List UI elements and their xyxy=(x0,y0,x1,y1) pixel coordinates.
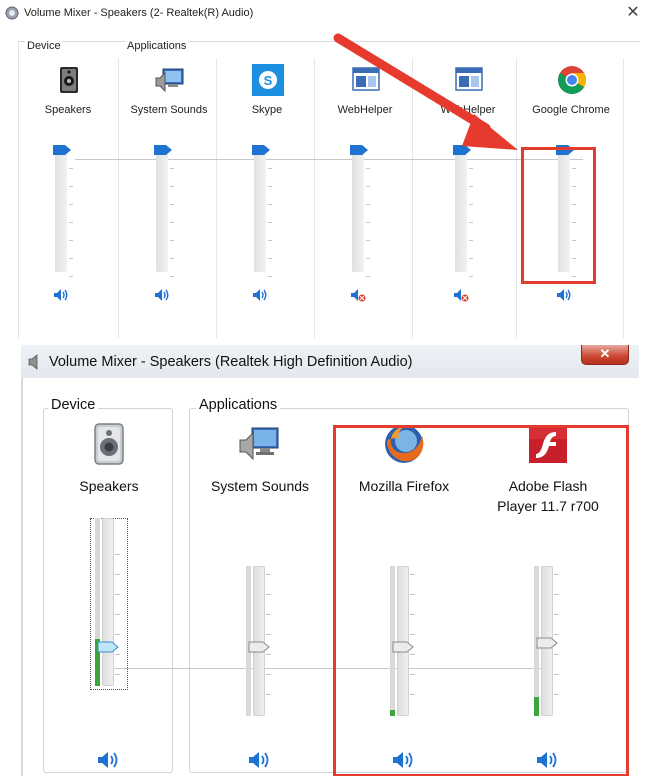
top-title-bar: Volume Mixer - Speakers (2- Realtek(R) A… xyxy=(0,0,650,28)
top-volume-slider-webhelper-2[interactable] xyxy=(455,150,467,272)
bottom-column-speakers: Speakers xyxy=(39,378,179,776)
top-close-button[interactable]: ✕ xyxy=(620,2,646,24)
bottom-column-name: Speakers xyxy=(79,478,139,494)
webhelper-icon xyxy=(352,67,380,91)
bottom-volume-mixer-window: Volume Mixer - Speakers (Realtek High De… xyxy=(21,345,639,776)
speaker-device-icon xyxy=(94,423,124,465)
top-volume-slider-speakers[interactable] xyxy=(55,150,67,272)
top-volume-mixer-window: Volume Mixer - Speakers (2- Realtek(R) A… xyxy=(0,0,650,338)
browser-flash-highlight-box xyxy=(333,425,629,776)
bottom-column-name: System Sounds xyxy=(210,478,310,494)
bottom-title-bar: Volume Mixer - Speakers (Realtek High De… xyxy=(21,345,639,378)
top-window-title: Volume Mixer - Speakers (2- Realtek(R) A… xyxy=(24,7,254,19)
top-column-system-sounds: System Sounds xyxy=(120,42,218,339)
top-slider-thumb[interactable] xyxy=(53,145,71,155)
volume-mixer-app-icon xyxy=(28,354,38,370)
top-slider-thumb[interactable] xyxy=(252,145,270,155)
speaker-icon[interactable] xyxy=(97,750,119,770)
top-column-speakers: Speakers xyxy=(19,42,117,339)
speaker-muted-icon[interactable] xyxy=(350,288,366,302)
top-column-webhelper-2: WebHelper xyxy=(419,42,517,339)
top-slider-ticks xyxy=(69,168,73,278)
speaker-icon[interactable] xyxy=(252,288,268,302)
bottom-mixer-panel: Device Applications Speakers System Soun… xyxy=(21,378,639,776)
volume-mixer-app-icon xyxy=(5,6,19,20)
top-column-name: WebHelper xyxy=(440,104,496,116)
bottom-window-title: Volume Mixer - Speakers (Realtek High De… xyxy=(49,354,413,370)
top-column-skype: S Skype xyxy=(218,42,316,339)
top-volume-slider-webhelper[interactable] xyxy=(352,150,364,272)
bottom-slider-thumb[interactable] xyxy=(248,641,270,653)
chrome-highlight-box xyxy=(521,147,596,284)
bottom-column-system-sounds: System Sounds xyxy=(190,378,330,776)
top-column-name: System Sounds xyxy=(130,104,208,116)
speaker-icon[interactable] xyxy=(556,288,572,302)
top-divider xyxy=(118,58,119,338)
top-slider-thumb[interactable] xyxy=(154,145,172,155)
svg-text:S: S xyxy=(264,73,273,88)
speaker-device-icon xyxy=(60,67,78,93)
speaker-icon[interactable] xyxy=(248,750,270,770)
top-slider-ticks xyxy=(366,168,370,278)
top-column-webhelper: WebHelper xyxy=(316,42,414,339)
peak-meter-speakers xyxy=(95,518,100,686)
system-sounds-icon xyxy=(155,68,184,93)
speaker-icon[interactable] xyxy=(154,288,170,302)
bottom-slider-thumb-active[interactable] xyxy=(97,641,119,653)
top-column-name: Speakers xyxy=(44,104,92,116)
top-slider-ticks xyxy=(170,168,174,278)
speaker-icon[interactable] xyxy=(53,288,69,302)
top-volume-slider-skype[interactable] xyxy=(254,150,266,272)
skype-icon: S xyxy=(252,64,284,96)
bottom-volume-slider-speakers[interactable] xyxy=(102,518,114,686)
top-slider-ticks xyxy=(469,168,473,278)
bottom-close-button[interactable]: ✕ xyxy=(581,345,629,365)
top-slider-thumb[interactable] xyxy=(350,145,368,155)
top-volume-slider-system-sounds[interactable] xyxy=(156,150,168,272)
top-slider-ticks xyxy=(268,168,272,278)
top-slider-thumb[interactable] xyxy=(453,145,471,155)
top-column-name: WebHelper xyxy=(337,104,393,116)
system-sounds-icon xyxy=(239,427,279,461)
webhelper-icon xyxy=(455,67,483,91)
top-divider xyxy=(623,58,624,338)
top-column-name: Skype xyxy=(251,104,283,116)
speaker-muted-icon[interactable] xyxy=(453,288,469,302)
top-column-name: Google Chrome xyxy=(532,104,610,116)
chrome-icon xyxy=(558,66,586,94)
